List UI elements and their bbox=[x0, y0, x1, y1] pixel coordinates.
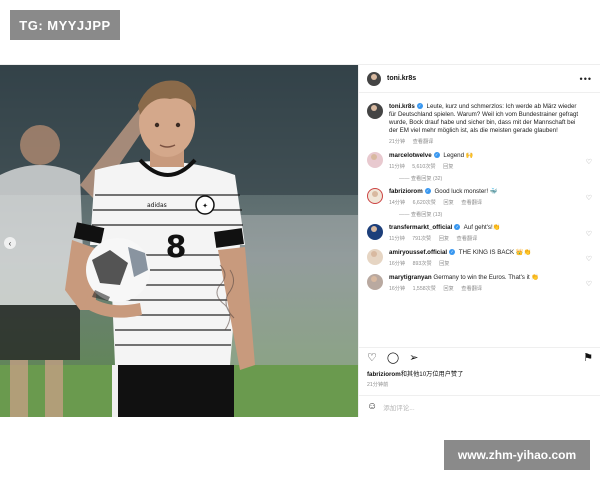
shirt-number: 8 bbox=[166, 230, 187, 265]
comment-avatar[interactable] bbox=[367, 152, 383, 168]
comment-icon[interactable]: ◯ bbox=[387, 351, 399, 364]
comment-heart-icon[interactable]: ♡ bbox=[586, 280, 592, 288]
comment-likes[interactable]: 791次赞 bbox=[412, 236, 431, 242]
instagram-post: ✦ adidas 8 ‹ toni.kr8s ••• toni.kr8s ✓ L… bbox=[0, 64, 600, 417]
comment-text: Auf geht's!👏 bbox=[463, 224, 501, 231]
post-sidebar: toni.kr8s ••• toni.kr8s ✓ Leute, kurz und… bbox=[358, 65, 600, 417]
comment-reply-link[interactable]: 回复 bbox=[443, 286, 453, 292]
comment-avatar[interactable] bbox=[367, 188, 383, 204]
caption-translate-link[interactable]: 查看翻译 bbox=[413, 139, 434, 145]
likes-summary[interactable]: fabriziorom和其他10万位用户赞了 bbox=[367, 369, 463, 378]
comment-heart-icon[interactable]: ♡ bbox=[586, 158, 592, 166]
comment-heart-icon[interactable]: ♡ bbox=[586, 230, 592, 238]
comment-avatar[interactable] bbox=[367, 274, 383, 290]
post-photo[interactable]: ✦ adidas 8 ‹ bbox=[0, 65, 358, 417]
comment-username[interactable]: marcelotwelve bbox=[389, 152, 432, 159]
add-comment-input[interactable]: 添加评论... bbox=[383, 402, 414, 412]
verified-icon: ✓ bbox=[416, 103, 423, 110]
post-header: toni.kr8s ••• bbox=[359, 65, 600, 93]
comment-likes[interactable]: 5,610次赞 bbox=[412, 164, 435, 170]
comment-reply-link[interactable]: 回复 bbox=[443, 200, 453, 206]
watermark-top: TG: MYYJJPP bbox=[10, 10, 120, 40]
comment-text: THE KING IS BACK 👑👏 bbox=[458, 249, 532, 256]
view-replies-link[interactable]: —— 查看回复 (13) bbox=[399, 211, 592, 218]
caption-username[interactable]: toni.kr8s bbox=[389, 103, 415, 110]
caption-time: 21分钟 bbox=[389, 139, 406, 145]
comment-heart-icon[interactable]: ♡ bbox=[586, 255, 592, 263]
comment-time: 11分钟 bbox=[389, 164, 405, 170]
share-icon[interactable]: ➢ bbox=[409, 351, 418, 364]
comment-text: Germany to win the Euros. That's it 👏 bbox=[433, 274, 540, 281]
comment-reply-link[interactable]: 回复 bbox=[443, 164, 453, 170]
comment-username[interactable]: amiryoussef.official bbox=[389, 249, 447, 256]
comment-username[interactable]: transfermarkt_official bbox=[389, 224, 452, 231]
bookmark-icon[interactable]: ⚑ bbox=[583, 351, 593, 364]
comment-item: transfermarkt_official ✓ Auf geht's!👏 11分… bbox=[367, 224, 592, 243]
comment-username[interactable]: marytigranyan bbox=[389, 274, 432, 281]
comment-likes[interactable]: 893次赞 bbox=[413, 261, 432, 267]
caption: toni.kr8s ✓ Leute, kurz und schmerzlos: I… bbox=[367, 103, 592, 146]
screenshot: TG: MYYJJPP ✦ adidas 8 ‹ toni.kr8s ••• t… bbox=[0, 0, 600, 480]
comment-likes[interactable]: 1,558次赞 bbox=[413, 286, 436, 292]
comment-reply-link[interactable]: 回复 bbox=[439, 261, 449, 267]
caption-avatar[interactable] bbox=[367, 103, 383, 119]
verified-icon: ✓ bbox=[424, 188, 431, 195]
comment-time: 16分钟 bbox=[389, 261, 406, 267]
likes-text: 和其他10万位用户赞了 bbox=[400, 371, 464, 378]
verified-icon: ✓ bbox=[454, 224, 461, 231]
author-username[interactable]: toni.kr8s bbox=[387, 75, 416, 82]
author-avatar[interactable] bbox=[367, 71, 381, 86]
heart-icon[interactable]: ♡ bbox=[367, 351, 377, 364]
comment-time: 14分钟 bbox=[389, 200, 406, 206]
comment-likes[interactable]: 6,620次赞 bbox=[413, 200, 436, 206]
comment-item: fabriziorom ✓ Good luck monster! 🐳 14分钟 6… bbox=[367, 188, 592, 207]
view-replies-link[interactable]: —— 查看回复 (32) bbox=[399, 175, 592, 182]
comment-avatar[interactable] bbox=[367, 224, 383, 240]
comment-time: 11分钟 bbox=[389, 236, 405, 242]
comment-item: amiryoussef.official ✓ THE KING IS BACK 👑… bbox=[367, 249, 592, 268]
comment-text: Good luck monster! 🐳 bbox=[434, 188, 498, 195]
comment-avatar[interactable] bbox=[367, 249, 383, 265]
verified-icon: ✓ bbox=[433, 152, 440, 159]
watermark-bottom: www.zhm-yihao.com bbox=[444, 440, 590, 470]
likes-user[interactable]: fabriziorom bbox=[367, 371, 401, 378]
comment-heart-icon[interactable]: ♡ bbox=[586, 194, 592, 202]
add-comment-bar: ☺ 添加评论... bbox=[359, 395, 600, 417]
previous-arrow-icon[interactable]: ‹ bbox=[4, 237, 16, 249]
verified-icon: ✓ bbox=[449, 249, 456, 256]
svg-text:adidas: adidas bbox=[147, 202, 167, 209]
comment-translate-link[interactable]: 查看翻译 bbox=[461, 200, 482, 206]
post-time: 21分钟前 bbox=[367, 382, 389, 388]
more-options-icon[interactable]: ••• bbox=[580, 74, 592, 84]
player-photo-illustration: ✦ adidas 8 bbox=[0, 65, 358, 417]
emoji-icon[interactable]: ☺ bbox=[367, 401, 377, 412]
comment-item: marytigranyan Germany to win the Euros. … bbox=[367, 274, 592, 293]
svg-text:✦: ✦ bbox=[202, 202, 208, 210]
post-actions: ♡ ◯ ➢ ⚑ bbox=[359, 347, 600, 367]
comment-time: 16分钟 bbox=[389, 286, 406, 292]
comment-translate-link[interactable]: 查看翻译 bbox=[457, 236, 478, 242]
comment-text: Legend 🙌 bbox=[443, 152, 474, 159]
comment-translate-link[interactable]: 查看翻译 bbox=[461, 286, 482, 292]
comments-list[interactable]: toni.kr8s ✓ Leute, kurz und schmerzlos: I… bbox=[359, 93, 600, 345]
comment-item: marcelotwelve ✓ Legend 🙌 11分钟 5,610次赞 回复 … bbox=[367, 152, 592, 171]
comment-username[interactable]: fabriziorom bbox=[389, 188, 423, 195]
comment-reply-link[interactable]: 回复 bbox=[439, 236, 449, 242]
